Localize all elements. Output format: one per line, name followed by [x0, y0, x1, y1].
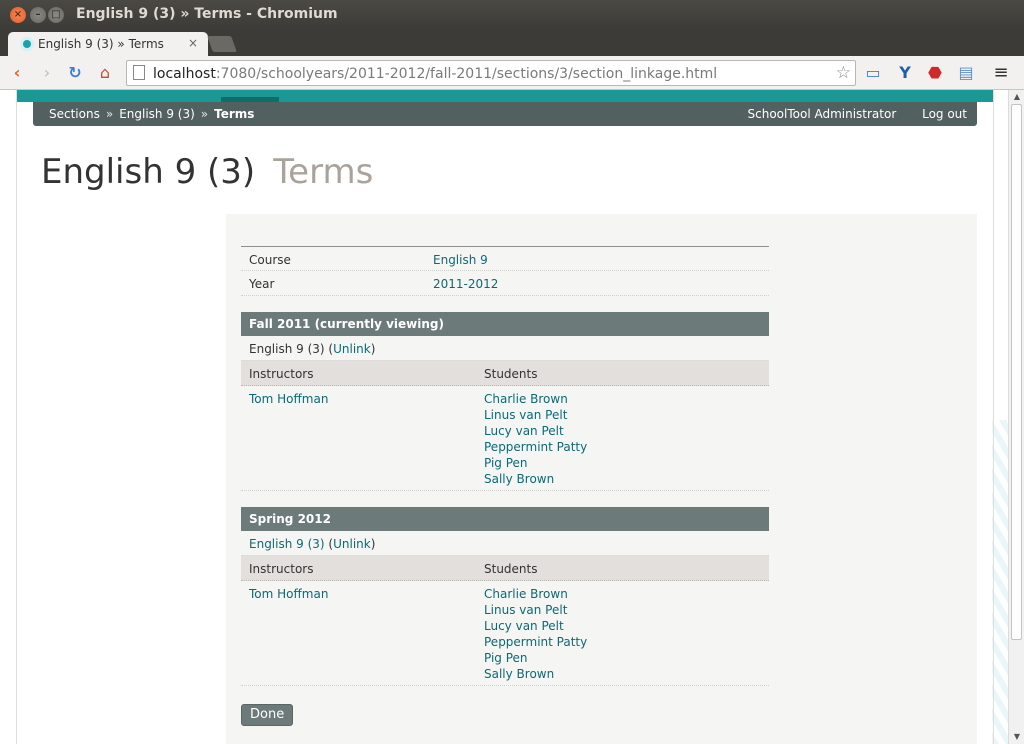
maximize-window-icon[interactable]: □ — [48, 7, 64, 23]
term-header-fall: Fall 2011 (currently viewing) — [241, 312, 769, 336]
students-header: Students — [484, 562, 538, 576]
page-title-main: English 9 (3) — [41, 152, 256, 192]
page-viewport: Sections » English 9 (3) » Terms SchoolTool … — [0, 90, 1008, 744]
minimize-window-icon[interactable]: – — [30, 7, 46, 23]
student-link[interactable]: Sally Brown — [484, 667, 554, 681]
done-button[interactable]: Done — [241, 704, 294, 726]
back-icon[interactable]: ‹ — [6, 62, 28, 84]
breadcrumb-section[interactable]: English 9 (3) — [119, 107, 195, 121]
student-link[interactable]: Lucy van Pelt — [484, 619, 564, 633]
scroll-down-icon[interactable]: ▼ — [1009, 730, 1024, 744]
student-list: Charlie Brown Linus van Pelt Lucy van Pe… — [484, 587, 587, 683]
breadcrumb-separator: » — [105, 107, 114, 121]
new-tab-button[interactable] — [207, 36, 237, 52]
tab-title: English 9 (3) » Terms — [38, 37, 164, 51]
user-menu: SchoolTool Administrator Log out — [726, 107, 968, 121]
favicon-icon — [20, 37, 34, 51]
extension-y-icon[interactable]: Y — [894, 62, 916, 84]
browser-tab[interactable]: English 9 (3) » Terms × — [8, 32, 208, 56]
site-navbar: Sections » English 9 (3) » Terms SchoolTool … — [33, 102, 977, 126]
student-link[interactable]: Linus van Pelt — [484, 603, 567, 617]
reload-icon[interactable]: ↻ — [64, 62, 86, 84]
year-label: Year — [249, 277, 275, 291]
menu-icon[interactable]: ≡ — [990, 62, 1012, 84]
linkage-form: Course English 9 Year 2011-2012 Fall 201… — [241, 246, 769, 686]
unlink-link[interactable]: Unlink — [333, 537, 371, 551]
term-section-row: English 9 (3) (Unlink) — [241, 336, 769, 361]
section-link[interactable]: English 9 (3) — [249, 537, 325, 551]
instructor-link[interactable]: Tom Hoffman — [249, 392, 328, 406]
cast-icon[interactable]: ▭ — [862, 62, 884, 84]
breadcrumb: Sections » English 9 (3) » Terms — [49, 107, 254, 121]
logout-link[interactable]: Log out — [922, 107, 967, 121]
instructor-link[interactable]: Tom Hoffman — [249, 587, 328, 601]
page-subtitle: Terms — [273, 152, 374, 192]
page-title: English 9 (3) Terms — [41, 152, 373, 192]
student-link[interactable]: Pig Pen — [484, 456, 528, 470]
people-row: Tom Hoffman Charlie Brown Linus van Pelt… — [241, 581, 769, 686]
course-row: Course English 9 — [241, 246, 769, 271]
student-link[interactable]: Peppermint Patty — [484, 635, 587, 649]
forward-icon[interactable]: › — [36, 62, 58, 84]
students-header: Students — [484, 367, 538, 381]
decorative-pattern — [992, 420, 1008, 744]
term-header-spring: Spring 2012 — [241, 507, 769, 531]
student-link[interactable]: Linus van Pelt — [484, 408, 567, 422]
section-name: English 9 (3) — [249, 342, 325, 356]
header-strip — [17, 90, 993, 102]
tab-strip: English 9 (3) » Terms × — [0, 30, 1024, 56]
instructors-header: Instructors — [249, 562, 314, 576]
tab-close-icon[interactable]: × — [188, 36, 198, 50]
breadcrumb-separator: » — [200, 107, 209, 121]
student-link[interactable]: Peppermint Patty — [484, 440, 587, 454]
term-section-row: English 9 (3) (Unlink) — [241, 531, 769, 556]
student-link[interactable]: Pig Pen — [484, 651, 528, 665]
scroll-thumb[interactable] — [1011, 104, 1022, 640]
course-link[interactable]: English 9 — [433, 253, 488, 267]
student-link[interactable]: Sally Brown — [484, 472, 554, 486]
address-bar[interactable]: localhost:7080/schoolyears/2011-2012/fal… — [126, 60, 856, 86]
column-headers: Instructors Students — [241, 556, 769, 581]
title-bar: × – □ English 9 (3) » Terms - Chromium — [0, 0, 1024, 30]
extension-window-icon[interactable]: ▤ — [955, 62, 977, 84]
bookmark-star-icon[interactable]: ☆ — [836, 63, 851, 83]
browser-toolbar: ‹ › ↻ ⌂ localhost:7080/schoolyears/2011-… — [0, 56, 1024, 90]
url-text: localhost:7080/schoolyears/2011-2012/fal… — [153, 66, 718, 82]
year-row: Year 2011-2012 — [241, 271, 769, 296]
people-row: Tom Hoffman Charlie Brown Linus van Pelt… — [241, 386, 769, 491]
student-link[interactable]: Lucy van Pelt — [484, 424, 564, 438]
student-link[interactable]: Charlie Brown — [484, 587, 568, 601]
student-link[interactable]: Charlie Brown — [484, 392, 568, 406]
content-panel: Course English 9 Year 2011-2012 Fall 201… — [226, 214, 977, 744]
breadcrumb-sections[interactable]: Sections — [49, 107, 100, 121]
student-list: Charlie Brown Linus van Pelt Lucy van Pe… — [484, 392, 587, 488]
page-icon — [133, 65, 145, 80]
home-icon[interactable]: ⌂ — [94, 62, 116, 84]
close-window-icon[interactable]: × — [10, 7, 26, 23]
breadcrumb-current: Terms — [214, 107, 255, 121]
page-border-right — [993, 90, 994, 744]
vertical-scrollbar[interactable]: ▲ ▼ — [1008, 90, 1024, 744]
course-label: Course — [249, 253, 291, 267]
column-headers: Instructors Students — [241, 361, 769, 386]
adblock-icon[interactable]: ⬣ — [924, 62, 946, 84]
unlink-link[interactable]: Unlink — [333, 342, 371, 356]
window-title: English 9 (3) » Terms - Chromium — [76, 6, 338, 22]
instructors-header: Instructors — [249, 367, 314, 381]
year-link[interactable]: 2011-2012 — [433, 277, 498, 291]
page-border-left — [16, 90, 17, 744]
user-name-link[interactable]: SchoolTool Administrator — [748, 107, 897, 121]
scroll-up-icon[interactable]: ▲ — [1009, 90, 1024, 104]
